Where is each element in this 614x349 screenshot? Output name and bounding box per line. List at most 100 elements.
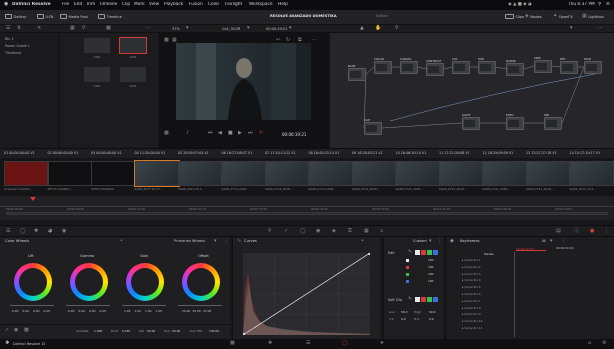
keyframe-row[interactable]: ▸ Corrector 7 (462, 299, 481, 303)
search-media-icon[interactable]: ⚲ (82, 26, 86, 31)
media-pool-button[interactable]: Media Pool (60, 14, 88, 19)
menu-edit[interactable]: Edit (74, 2, 82, 7)
palette-3d-icon[interactable]: ▫ (380, 229, 383, 234)
clip-thumbnail[interactable] (47, 161, 92, 186)
viewer-wipe-icon[interactable]: ▩ (164, 131, 169, 136)
media-thumb-4[interactable] (120, 67, 146, 82)
wheel-value[interactable]: 0.00 (44, 309, 50, 313)
keyframe-row[interactable]: ▸ Corrector 3 (462, 272, 481, 276)
grid-view-icon[interactable]: ▦ (70, 26, 75, 31)
channel-blue-swatch[interactable] (433, 250, 438, 255)
high-value[interactable]: 50.0 (429, 310, 435, 314)
palette-tracker-icon[interactable]: ◉ (316, 229, 320, 234)
channel-green-swatch[interactable] (427, 250, 432, 255)
play-icon[interactable]: ▶ (238, 131, 242, 136)
wheel-value[interactable]: 0.00 (79, 309, 85, 313)
viewer-loop-icon[interactable]: ↻ (286, 38, 290, 43)
viewer-mode-icon[interactable]: ▩ (164, 38, 169, 43)
color-node[interactable] (364, 122, 382, 135)
color-node[interactable] (544, 117, 562, 130)
color-node[interactable] (374, 61, 392, 74)
curves-graph[interactable] (242, 252, 371, 336)
palette-raw-icon[interactable]: ◉ (62, 229, 66, 234)
wheel-value[interactable]: 25.00 (182, 309, 190, 313)
custom-green-value[interactable]: 100 (428, 272, 434, 276)
menu-mark[interactable]: Mark (134, 2, 145, 7)
nodes-button[interactable]: ◈ Nodes (525, 14, 542, 19)
luts-button[interactable]: LUTs (37, 14, 53, 19)
clip-thumbnail[interactable] (395, 161, 440, 186)
wheel-value[interactable]: 0.00 (100, 309, 106, 313)
color-node[interactable] (534, 60, 552, 73)
channel-red-swatch[interactable] (421, 250, 426, 255)
wheels-reset-icon[interactable]: ◉ (14, 328, 18, 333)
gallery-button[interactable]: Gallery (5, 14, 26, 19)
clip-thumbnail[interactable] (265, 161, 309, 186)
curves-options-icon[interactable]: • (361, 239, 364, 244)
primaries-dropdown-icon[interactable]: ▾ (214, 239, 217, 244)
menu-playback[interactable]: Playback (164, 2, 183, 7)
clip-thumbnail[interactable] (4, 161, 48, 186)
color-node[interactable] (506, 117, 524, 130)
page-fusion-icon[interactable]: ☰ (306, 341, 310, 346)
media-thumb-1[interactable] (84, 38, 110, 53)
viewer-prev-icon[interactable]: ↩ (276, 38, 280, 43)
palette-rgb-icon[interactable]: ✱ (34, 229, 38, 234)
palette-wheels-icon[interactable]: ◯ (20, 229, 26, 234)
timeline-track[interactable] (6, 212, 608, 215)
clip-thumbnail[interactable] (482, 161, 527, 186)
color-node[interactable] (452, 61, 470, 74)
palette-sizing-icon[interactable]: ▦ (364, 229, 369, 234)
palette-key-icon[interactable]: ⚿ (348, 229, 352, 234)
wheel-value[interactable]: 1.00 (135, 309, 141, 313)
keyframe-row[interactable]: ▸ Corrector 8 (462, 306, 481, 310)
keyframe-row[interactable]: ▸ Corrector 2 (462, 265, 481, 269)
color-node[interactable] (478, 61, 496, 74)
gamma-wheel[interactable] (70, 263, 108, 301)
more-options-icon[interactable]: ⋯ (146, 26, 151, 31)
hs-value[interactable]: 0.0 (429, 317, 434, 321)
keyframes-more-icon[interactable]: ⋮ (561, 239, 566, 244)
wheel-value[interactable]: 25.00 (193, 309, 201, 313)
scope-dropdown-icon[interactable]: ▾ (550, 239, 553, 244)
stop-icon[interactable]: ■ (228, 131, 233, 136)
page-edit-icon[interactable]: ✥ (268, 341, 272, 346)
settings-gear-icon[interactable]: ⚙ (602, 341, 606, 346)
last-frame-icon[interactable]: ⏭ (248, 131, 253, 136)
keyframe-row[interactable]: ▸ Corrector 9 (462, 312, 481, 316)
lift-wheel[interactable] (14, 263, 52, 301)
custom-dropdown-icon[interactable]: ▾ (429, 239, 432, 244)
page-media-icon[interactable]: ▩ (230, 341, 235, 346)
link-icon[interactable]: ✎ (408, 250, 412, 255)
node-select-icon[interactable]: ▲ (360, 26, 364, 31)
gain-wheel[interactable] (126, 263, 164, 301)
wheel-value[interactable]: 0.00 (23, 309, 29, 313)
viewer-layout-icon[interactable]: ▦ (172, 38, 177, 43)
menu-fusion[interactable]: Fusion (189, 2, 203, 7)
viewer-split-icon[interactable]: ⧉ (298, 38, 302, 43)
palette-curves-icon[interactable]: ⚲ (268, 229, 272, 234)
offset-master-slider[interactable] (178, 305, 222, 307)
lightbox-button[interactable]: ▦ Lightbox (582, 14, 604, 19)
timeline-button[interactable]: Timeline (98, 14, 122, 19)
auto-balance-icon[interactable]: ✓ (5, 328, 9, 333)
page-deliver-icon[interactable]: ➤ (380, 341, 384, 346)
keyframe-row[interactable]: ▸ Corrector 10 (462, 319, 482, 323)
menu-clip[interactable]: Clip (122, 2, 130, 7)
hue-value[interactable]: 50.00 (172, 329, 180, 333)
custom-y-value[interactable]: 100 (428, 258, 434, 262)
wheel-value[interactable]: 0.00 (12, 309, 18, 313)
soft-clip-green-swatch[interactable] (427, 297, 432, 302)
clip-dropdown-icon[interactable]: ▾ (247, 26, 250, 31)
loop-icon[interactable]: ↻ (259, 131, 263, 136)
keyframe-row[interactable]: ▸ Corrector 4 (462, 278, 481, 282)
clips-button[interactable]: Clips (505, 14, 524, 19)
palette-scopes-icon[interactable]: ▤ (556, 229, 561, 234)
menu-trim[interactable]: Trim (86, 2, 95, 7)
keyframe-row[interactable]: ▸ Corrector 1 (462, 258, 481, 262)
wheels-more-icon[interactable]: ⋮ (224, 239, 229, 244)
clip-thumbnail[interactable] (439, 161, 483, 186)
timecode-dropdown-icon[interactable]: ▾ (289, 26, 292, 31)
color-node[interactable] (506, 63, 524, 76)
color-node[interactable] (426, 63, 444, 76)
